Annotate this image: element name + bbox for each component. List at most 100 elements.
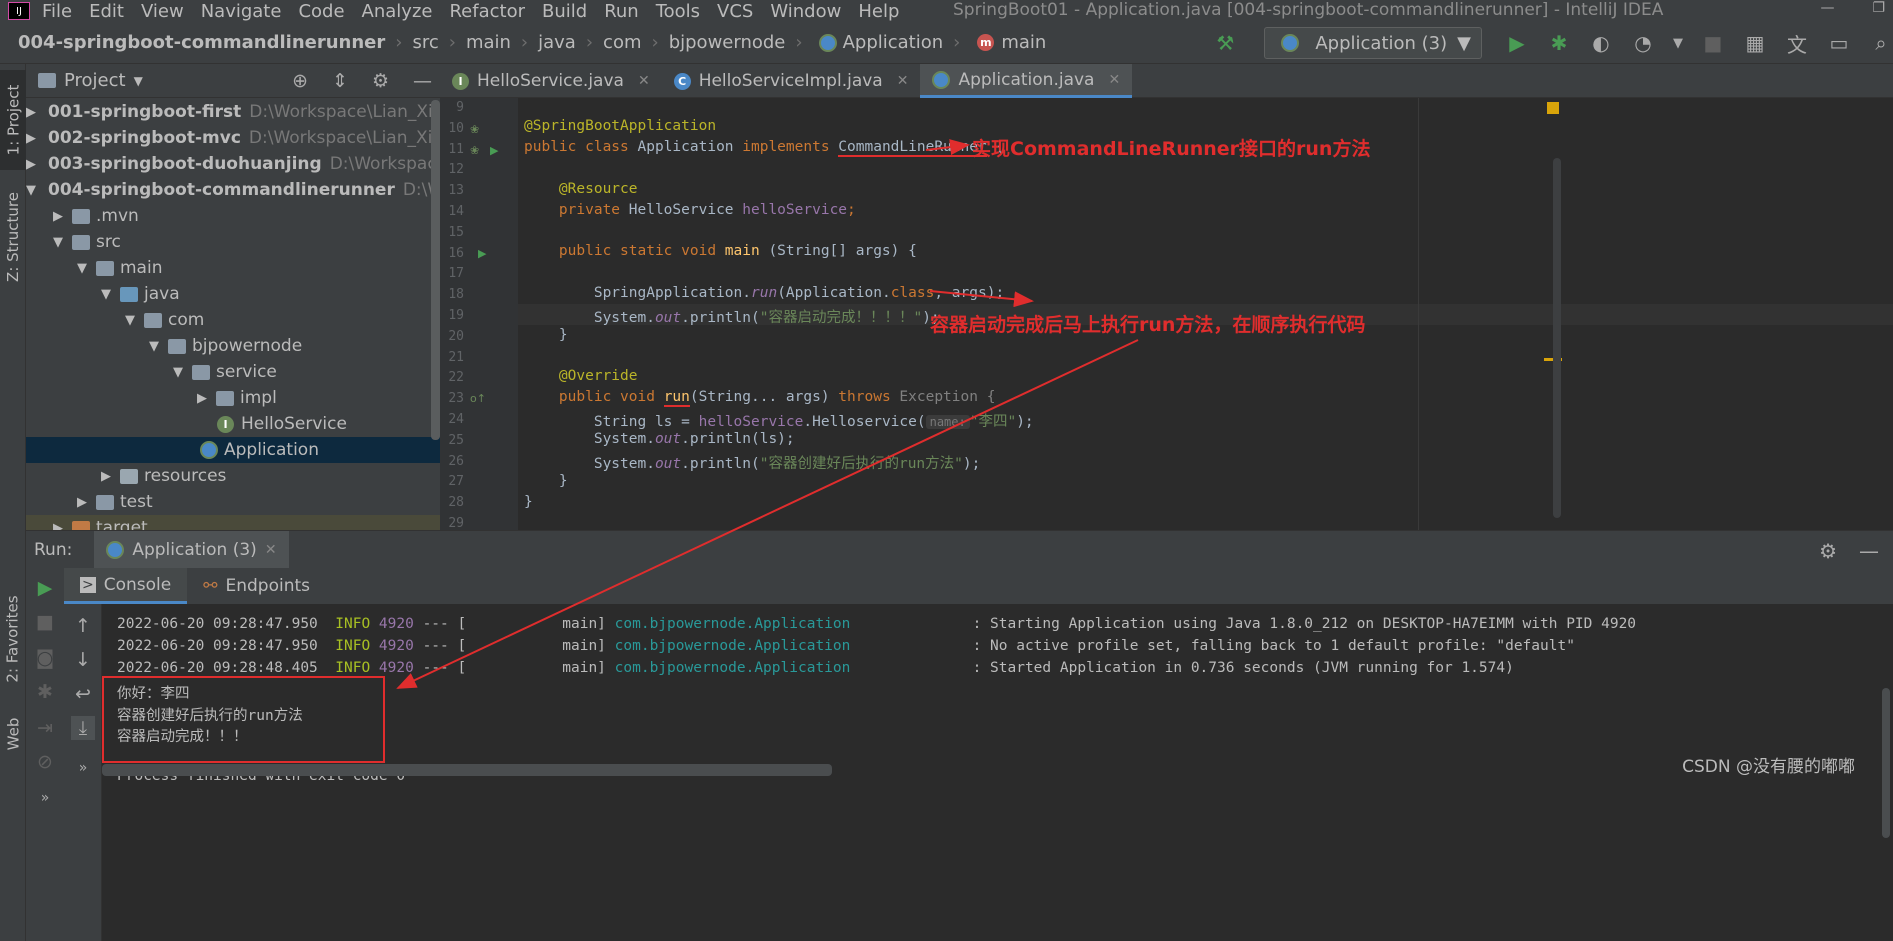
menu-build[interactable]: Build: [542, 1, 587, 22]
tree-item-helloservice[interactable]: I HelloService: [26, 411, 440, 437]
tab-helloservice-java[interactable]: I HelloService.java ✕: [440, 64, 662, 98]
menu-vcs[interactable]: VCS: [717, 1, 753, 22]
menu-code[interactable]: Code: [298, 1, 344, 22]
menu-window[interactable]: Window: [770, 1, 841, 22]
tree-item-main[interactable]: ▼ main: [26, 255, 440, 281]
rerun-icon[interactable]: ▶: [33, 576, 57, 600]
hide-panel-icon[interactable]: —: [413, 70, 432, 92]
menu-file[interactable]: File: [42, 1, 72, 22]
search-icon[interactable]: ⌕: [1869, 31, 1893, 55]
menu-edit[interactable]: Edit: [89, 1, 124, 22]
run-icon[interactable]: ▶: [1505, 31, 1529, 55]
breadcrumb-bjpowernode[interactable]: bjpowernode: [669, 32, 786, 53]
structure-tool-tab[interactable]: Z: Structure: [0, 182, 26, 292]
tree-item-src[interactable]: ▼ src: [26, 229, 440, 255]
more-icon[interactable]: »: [33, 786, 57, 810]
console-scrollbar[interactable]: [1882, 688, 1890, 838]
console-hscrollbar[interactable]: [102, 764, 832, 776]
tree-item-mvn[interactable]: ▶ .mvn: [26, 203, 440, 229]
console-output[interactable]: 2022-06-20 09:28:47.950 INFO 4920 --- [ …: [102, 604, 1893, 941]
expand-arrow-icon[interactable]: ▶: [50, 209, 66, 224]
collapse-all-icon[interactable]: ⇕: [332, 70, 348, 92]
breadcrumb-main[interactable]: main: [466, 32, 511, 53]
tree-item-003-springboot-duohuanjing[interactable]: ▶ 003-springboot-duohuanjingD:\Workspace…: [26, 151, 440, 177]
tree-item-service[interactable]: ▼ service: [26, 359, 440, 385]
warning-marker-icon[interactable]: [1547, 102, 1559, 114]
profile-icon[interactable]: ◔: [1631, 31, 1655, 55]
code-editor[interactable]: ❀ ❀ ▶ ▶ o↑ 9 10 11 12 13 14 15 16 17 18 19 20 21 22 23…: [440, 98, 1893, 530]
locate-target-icon[interactable]: ⊕: [292, 70, 308, 92]
project-scrollbar[interactable]: [431, 100, 440, 440]
expand-arrow-icon[interactable]: ▶: [194, 391, 210, 406]
tree-item-impl[interactable]: ▶ impl: [26, 385, 440, 411]
menu-refactor[interactable]: Refactor: [449, 1, 525, 22]
project-structure-icon[interactable]: ▦: [1743, 31, 1767, 55]
soft-wrap-icon[interactable]: ↩: [71, 682, 95, 706]
tree-item-resources[interactable]: ▶ resources: [26, 463, 440, 489]
favorites-tool-tab[interactable]: 2: Favorites: [0, 584, 26, 694]
tab-helloserviceimpl-java[interactable]: C HelloServiceImpl.java ✕: [662, 64, 921, 98]
build-hammer-icon[interactable]: ⚒: [1213, 31, 1237, 55]
expand-arrow-icon[interactable]: ▶: [26, 105, 36, 120]
breadcrumb-com[interactable]: com: [603, 32, 641, 53]
terminal-icon[interactable]: ▭: [1827, 31, 1851, 55]
collapse-arrow-icon[interactable]: ▼: [74, 261, 90, 276]
breadcrumb-java[interactable]: java: [538, 32, 576, 53]
breadcrumb-application[interactable]: Application: [843, 32, 944, 53]
tree-item-bjpowernode[interactable]: ▼ bjpowernode: [26, 333, 440, 359]
tab-console[interactable]: > Console: [64, 568, 188, 604]
gear-icon[interactable]: ⚙: [1819, 539, 1837, 563]
tab-endpoints[interactable]: ⚯ Endpoints: [187, 568, 326, 604]
arrow-down-icon[interactable]: ↓: [71, 648, 95, 672]
tree-item-001-springboot-first[interactable]: ▶ 001-springboot-first D:\Workspace\Lian_…: [26, 99, 440, 125]
breadcrumb-project[interactable]: 004-springboot-commandlinerunner: [18, 32, 385, 53]
tree-item-test[interactable]: ▶ test: [26, 489, 440, 515]
expand-arrow-icon[interactable]: ▶: [98, 469, 114, 484]
run-gutter-icon[interactable]: ▶: [478, 247, 486, 260]
tree-item-application[interactable]: Application: [26, 437, 440, 463]
expand-arrow-icon[interactable]: ▶: [74, 495, 90, 510]
collapse-arrow-icon[interactable]: ▼: [122, 313, 138, 328]
implements-gutter-icon[interactable]: o↑: [470, 392, 486, 405]
stop-icon[interactable]: ■: [1701, 31, 1725, 55]
menu-run[interactable]: Run: [604, 1, 639, 22]
profile-dropdown-icon[interactable]: ▼: [1666, 31, 1690, 55]
collapse-arrow-icon[interactable]: ▼: [50, 235, 66, 250]
tree-item-target[interactable]: ▶ target: [26, 515, 440, 530]
close-icon[interactable]: ✕: [897, 73, 909, 89]
close-icon[interactable]: ✕: [265, 542, 277, 558]
project-view-select[interactable]: Project ▼: [38, 70, 143, 91]
exit-icon[interactable]: ⇥: [33, 716, 57, 740]
camera-icon[interactable]: ◙: [33, 646, 57, 670]
expand-arrow-icon[interactable]: ▶: [26, 157, 36, 172]
menu-analyze[interactable]: Analyze: [362, 1, 433, 22]
menu-tools[interactable]: Tools: [656, 1, 700, 22]
debug-bug-icon[interactable]: ✱: [33, 680, 57, 704]
run-tab-application[interactable]: Application (3) ✕: [94, 530, 289, 569]
collapse-arrow-icon[interactable]: ▼: [98, 287, 114, 302]
tree-item-002-springboot-mvc[interactable]: ▶ 002-springboot-mvc D:\Workspace\Lian_Xi…: [26, 125, 440, 151]
breadcrumb-src[interactable]: src: [412, 32, 438, 53]
spring-bean-gutter-icon[interactable]: ❀: [470, 123, 479, 136]
collapse-arrow-icon[interactable]: ▼: [170, 365, 186, 380]
debug-icon[interactable]: ✱: [1547, 31, 1571, 55]
tab-application-java[interactable]: Application.java ✕: [920, 64, 1133, 98]
expand-arrow-icon[interactable]: ▶: [26, 131, 36, 146]
breadcrumb-main-method[interactable]: main: [1001, 32, 1046, 53]
scroll-to-end-icon[interactable]: ⤓: [71, 716, 95, 740]
menu-view[interactable]: View: [141, 1, 184, 22]
run-gutter-icon[interactable]: ▶: [490, 144, 498, 157]
hide-panel-icon[interactable]: —: [1859, 539, 1879, 563]
translate-icon[interactable]: 文: [1785, 31, 1809, 57]
expand-arrow-icon[interactable]: ▶: [50, 521, 66, 531]
project-tool-tab[interactable]: 1: Project: [0, 70, 26, 170]
tree-item-com[interactable]: ▼ com: [26, 307, 440, 333]
stop-icon[interactable]: ■: [33, 610, 57, 634]
clear-icon[interactable]: ⊘: [33, 750, 57, 774]
close-icon[interactable]: ✕: [638, 73, 650, 89]
gear-icon[interactable]: ⚙: [372, 70, 389, 92]
spring-bean-gutter-icon[interactable]: ❀: [470, 144, 479, 157]
more-icon[interactable]: »: [71, 756, 95, 780]
web-tool-tab[interactable]: Web: [0, 704, 26, 764]
collapse-arrow-icon[interactable]: ▼: [146, 339, 162, 354]
